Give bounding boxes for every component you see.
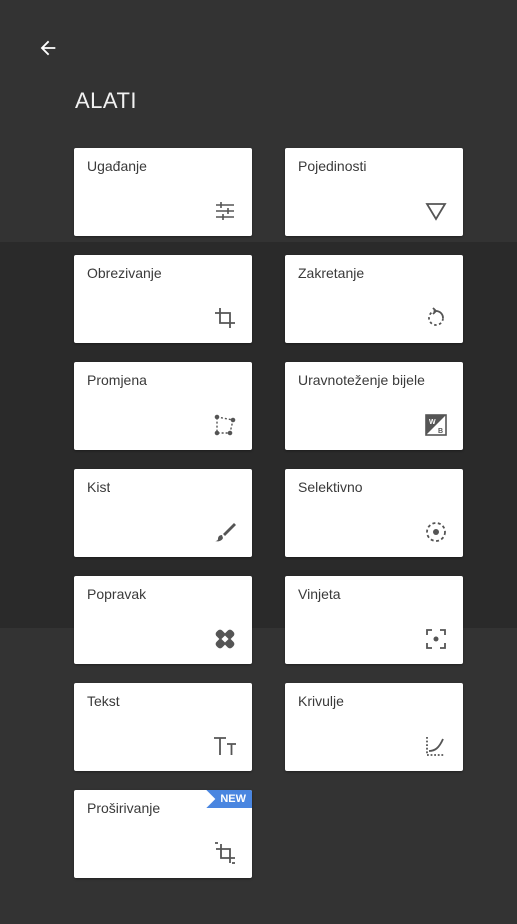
- tool-tile-rotate[interactable]: Zakretanje: [285, 255, 463, 343]
- tool-label: Selektivno: [298, 479, 363, 495]
- tool-tile-vignette[interactable]: Vinjeta: [285, 576, 463, 664]
- tool-tile-perspective[interactable]: Promjena: [74, 362, 252, 450]
- adjust-sliders-icon: [212, 198, 238, 224]
- details-triangle-icon: [423, 198, 449, 224]
- back-button[interactable]: [30, 30, 66, 66]
- tool-label: Krivulje: [298, 693, 344, 709]
- tool-label: Promjena: [87, 372, 147, 388]
- tool-label: Uravnoteženje bijele: [298, 372, 425, 388]
- tool-label: Proširivanje: [87, 800, 161, 816]
- new-badge: NEW: [206, 790, 252, 808]
- tool-tile-healing[interactable]: Popravak: [74, 576, 252, 664]
- tool-tile-adjust[interactable]: Ugađanje: [74, 148, 252, 236]
- tool-tile-crop[interactable]: Obrezivanje: [74, 255, 252, 343]
- back-arrow-icon: [40, 40, 56, 56]
- vignette-icon: [423, 626, 449, 652]
- tool-label: Kist: [87, 479, 111, 495]
- svg-text:W: W: [429, 419, 436, 426]
- tool-label: Tekst: [87, 693, 120, 709]
- tool-label: Pojedinosti: [298, 158, 367, 174]
- tool-tile-curves[interactable]: Krivulje: [285, 683, 463, 771]
- tool-label: Zakretanje: [298, 265, 365, 281]
- tool-tile-brush[interactable]: Kist: [74, 469, 252, 557]
- selective-icon: [423, 519, 449, 545]
- tool-label: Ugađanje: [87, 158, 147, 174]
- page-title: ALATI: [75, 88, 138, 113]
- svg-text:B: B: [438, 428, 443, 435]
- tool-tile-details[interactable]: Pojedinosti: [285, 148, 463, 236]
- tool-tile-selective[interactable]: Selektivno: [285, 469, 463, 557]
- tool-tile-text[interactable]: Tekst: [74, 683, 252, 771]
- white-balance-icon: W B: [423, 412, 449, 438]
- tool-tile-white-balance[interactable]: Uravnoteženje bijele W B: [285, 362, 463, 450]
- crop-icon: [212, 305, 238, 331]
- brush-icon: [212, 519, 238, 545]
- expand-icon: [212, 840, 238, 866]
- healing-bandage-icon: [212, 626, 238, 652]
- curves-icon: [423, 733, 449, 759]
- tool-label: Popravak: [87, 586, 147, 602]
- rotate-icon: [423, 305, 449, 331]
- tool-label: Obrezivanje: [87, 265, 162, 281]
- tool-tile-expand[interactable]: Proširivanje NEW: [74, 790, 252, 878]
- tool-label: Vinjeta: [298, 586, 341, 602]
- text-icon: [212, 733, 238, 759]
- perspective-icon: [212, 412, 238, 438]
